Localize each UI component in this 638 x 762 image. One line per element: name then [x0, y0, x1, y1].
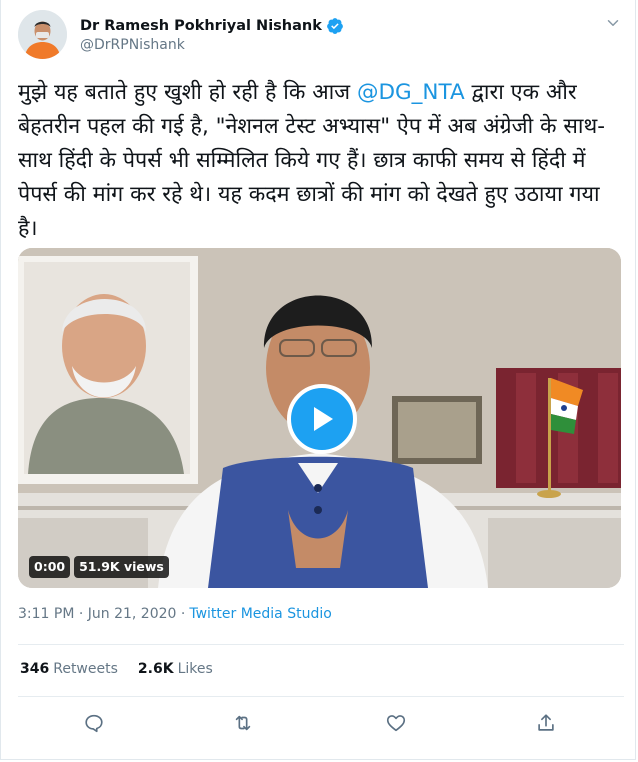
tweet-meta: 3:11 PM · Jun 21, 2020 · Twitter Media S… — [18, 606, 332, 622]
likes-label: Likes — [177, 661, 213, 677]
retweets-stat[interactable]: 346 Retweets — [20, 661, 118, 677]
tweet-source[interactable]: Twitter Media Studio — [189, 606, 331, 622]
play-button[interactable] — [287, 384, 357, 454]
reply-button[interactable] — [81, 710, 107, 736]
avatar[interactable] — [18, 10, 67, 59]
likes-stat[interactable]: 2.6K Likes — [138, 661, 213, 677]
video-player[interactable]: 0:00 51.9K views — [18, 248, 621, 588]
tweet-stats: 346 Retweets 2.6K Likes — [20, 661, 213, 677]
tweet-text: मुझे यह बताते हुए खुशी हो रही है कि आज @… — [18, 76, 624, 246]
author-handle[interactable]: @DrRPNishank — [80, 37, 185, 53]
tweet-header: Dr Ramesh Pokhriyal Nishank @DrRPNishank — [18, 10, 624, 66]
tweet-text-part: मुझे यह बताते हुए खुशी हो रही है कि आज — [18, 80, 357, 105]
tweet-timestamp[interactable]: 3:11 PM · Jun 21, 2020 · — [18, 606, 185, 622]
author-name[interactable]: Dr Ramesh Pokhriyal Nishank — [80, 18, 322, 34]
reply-icon — [85, 714, 103, 733]
video-views: 51.9K views — [74, 556, 169, 578]
divider — [18, 644, 624, 645]
video-duration: 0:00 — [29, 556, 71, 578]
retweet-icon — [235, 715, 251, 731]
verified-badge-icon — [326, 18, 343, 34]
chevron-down-icon[interactable] — [604, 14, 622, 32]
retweets-label: Retweets — [53, 661, 118, 677]
tweet-card: Dr Ramesh Pokhriyal Nishank @DrRPNishank… — [0, 0, 636, 760]
video-badges: 0:00 51.9K views — [29, 556, 169, 578]
likes-count: 2.6K — [137, 661, 174, 677]
divider — [18, 696, 624, 697]
author-row[interactable]: Dr Ramesh Pokhriyal Nishank — [80, 15, 344, 37]
mention-link[interactable]: @DG_NTA — [357, 80, 465, 105]
share-button[interactable] — [533, 710, 559, 736]
retweets-count: 346 — [20, 661, 50, 677]
tweet-actions — [1, 706, 637, 740]
share-icon — [538, 714, 554, 731]
heart-icon — [386, 715, 406, 732]
play-icon — [314, 407, 333, 431]
like-button[interactable] — [383, 710, 409, 736]
retweet-button[interactable] — [230, 710, 256, 736]
